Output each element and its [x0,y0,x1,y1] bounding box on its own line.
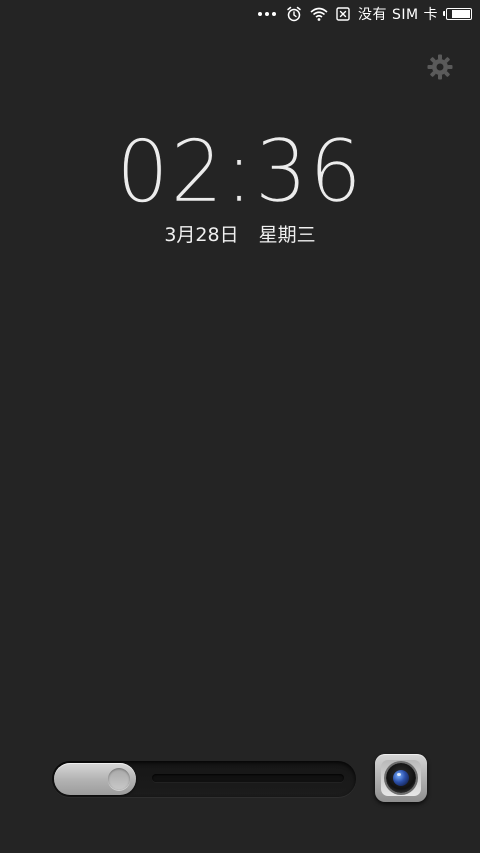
slider-knob-icon [108,768,130,790]
gear-icon[interactable] [426,53,454,81]
camera-lens-glass [393,770,409,786]
camera-button[interactable] [375,754,427,802]
unlock-slider-handle[interactable] [54,763,136,795]
wifi-icon [310,7,328,21]
date-text: 3月28日 [164,224,239,246]
unlock-slider-groove [152,774,344,782]
sim-status-text: 没有 SIM 卡 [358,7,438,23]
camera-button-face [381,760,421,796]
alarm-icon [287,6,301,22]
lock-clock-time: 02:36 [116,122,364,223]
lock-screen: 没有 SIM 卡 02:36 3月28日 星期三 [0,0,480,853]
lock-date: 3月28日 星期三 [0,220,480,247]
weekday-text: 星期三 [258,224,316,246]
no-sim-icon [336,7,350,21]
more-dots-icon [258,12,276,16]
battery-level-fill [452,10,470,18]
unlock-slider[interactable] [52,761,356,797]
battery-icon [443,8,472,20]
status-bar: 没有 SIM 卡 [0,0,480,28]
camera-lens-icon [386,763,416,793]
